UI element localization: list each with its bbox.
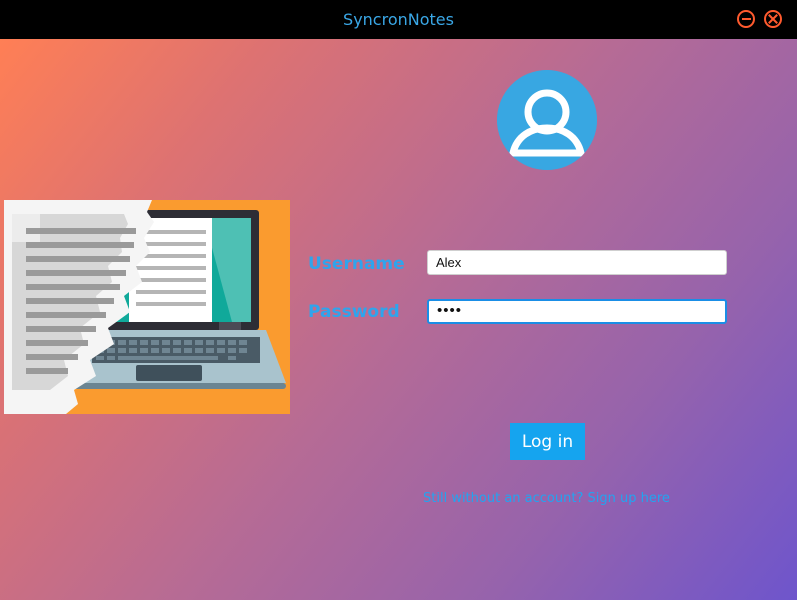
minimize-icon xyxy=(741,18,751,20)
password-input[interactable]: •••• xyxy=(427,299,727,324)
username-label: Username xyxy=(308,254,405,274)
user-avatar-icon xyxy=(497,70,597,170)
minimize-button[interactable] xyxy=(737,10,755,28)
password-label: Password xyxy=(308,302,400,322)
close-icon xyxy=(768,14,778,24)
window-title: SyncronNotes xyxy=(343,10,454,29)
close-button[interactable] xyxy=(764,10,782,28)
notes-laptop-illustration xyxy=(4,200,290,414)
login-panel: Username Alex Password •••• Log in Still… xyxy=(0,39,797,600)
login-button[interactable]: Log in xyxy=(510,423,585,460)
title-bar: SyncronNotes xyxy=(0,0,797,39)
signup-link[interactable]: Still without an account? Sign up here xyxy=(423,491,670,506)
username-input[interactable]: Alex xyxy=(427,250,727,275)
